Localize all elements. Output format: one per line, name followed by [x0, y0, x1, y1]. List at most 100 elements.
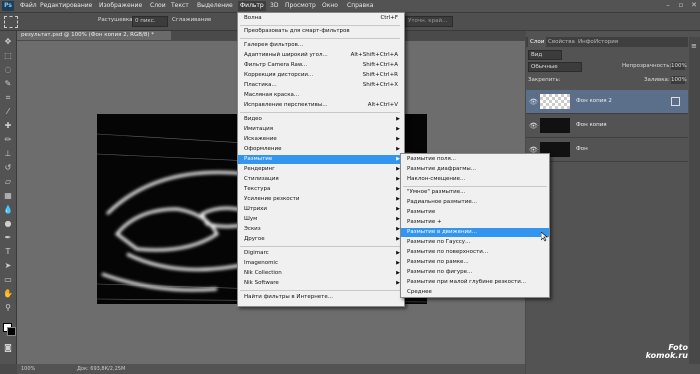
text-tool-icon[interactable]: T — [3, 247, 13, 257]
submenu-item[interactable]: "Умное" размытие... — [401, 188, 549, 197]
submenu-item[interactable]: Размытие по Гауссу... — [401, 238, 549, 247]
layer-row[interactable]: 👁 Фон — [526, 138, 688, 162]
menu-item[interactable]: Пластика... Shift+Ctrl+X — [238, 81, 404, 90]
submenu-item[interactable]: Размытие при малой глубине резкости... — [401, 278, 549, 287]
close-icon[interactable]: ✕ — [689, 1, 699, 10]
gradient-tool-icon[interactable]: ▦ — [3, 191, 13, 201]
menu-item[interactable]: Штрихи ▶ — [238, 205, 404, 214]
menu-item[interactable]: Imagenomic ▶ — [238, 259, 404, 268]
menu-item[interactable]: Преобразовать для смарт-фильтров — [238, 27, 404, 36]
submenu-item[interactable]: Среднее — [401, 288, 549, 296]
antialias-checkbox[interactable]: Сглаживание — [172, 17, 211, 23]
marquee-tool-icon[interactable] — [4, 16, 18, 28]
eraser-tool-icon[interactable]: ▱ — [3, 177, 13, 187]
menu-filter[interactable]: Фильтр — [238, 1, 266, 11]
feather-input[interactable]: 0 пикс. — [132, 16, 168, 27]
eye-icon[interactable]: 👁 — [529, 122, 538, 130]
blur-tool-icon[interactable]: 💧 — [3, 205, 13, 215]
document-tab[interactable]: результат.psd @ 100% (Фон копия 2, RGB/8… — [17, 31, 171, 40]
menu-item[interactable]: Фильтр Camera Raw... Shift+Ctrl+A — [238, 61, 404, 70]
hand-tool-icon[interactable]: ✋ — [3, 289, 13, 299]
healing-brush-tool-icon[interactable]: ✚ — [3, 121, 13, 131]
submenu-item[interactable]: Размытие по фигуре... — [401, 268, 549, 277]
menu-select[interactable]: Выделение — [195, 1, 235, 11]
menu-item[interactable]: Рендеринг ▶ — [238, 165, 404, 174]
zoom-level[interactable]: 100% — [21, 364, 35, 374]
menu-item[interactable]: Nik Collection ▶ — [238, 269, 404, 278]
menu-item[interactable]: Волна Ctrl+F — [238, 14, 404, 23]
menu-3d[interactable]: 3D — [268, 1, 280, 11]
menu-item[interactable]: Найти фильтры в Интернете... — [238, 293, 404, 302]
path-select-tool-icon[interactable]: ➤ — [3, 261, 13, 271]
submenu-item-motion-blur[interactable]: Размытие в движении... — [401, 228, 549, 237]
tab-history[interactable]: История — [592, 37, 620, 47]
menu-item[interactable]: Коррекция дисторсии... Shift+Ctrl+R — [238, 71, 404, 80]
submenu-item[interactable]: Размытие диафрагмы... — [401, 165, 549, 174]
menu-item[interactable]: Адаптивный широкий угол... Alt+Shift+Ctrl… — [238, 51, 404, 60]
dodge-tool-icon[interactable]: ● — [3, 219, 13, 229]
layer-name[interactable]: Фон копия 2 — [576, 98, 612, 104]
menu-item[interactable]: Другое ▶ — [238, 235, 404, 244]
minimize-icon[interactable]: – — [663, 1, 673, 10]
eyedropper-tool-icon[interactable]: ⁄ — [3, 107, 13, 117]
layer-row[interactable]: 👁 Фон копия 2 — [526, 90, 688, 114]
menu-view[interactable]: Просмотр — [283, 1, 318, 11]
submenu-item[interactable]: Размытие поля... — [401, 155, 549, 164]
marquee-tool-icon[interactable]: ⬚ — [3, 51, 13, 61]
submenu-item[interactable]: Наклон-смещение... — [401, 175, 549, 184]
submenu-item[interactable]: Размытие по поверхности... — [401, 248, 549, 257]
menu-item[interactable]: Видео ▶ — [238, 115, 404, 124]
menu-item[interactable]: Стилизация ▶ — [238, 175, 404, 184]
pen-tool-icon[interactable]: ✒ — [3, 233, 13, 243]
zoom-tool-icon[interactable]: ⚲ — [3, 303, 13, 313]
fill-label: Заливка: — [644, 77, 670, 83]
brush-tool-icon[interactable]: ✏ — [3, 135, 13, 145]
clone-stamp-tool-icon[interactable]: ⊥ — [3, 149, 13, 159]
menu-item[interactable]: Эскиз ▶ — [238, 225, 404, 234]
shape-tool-icon[interactable]: ▭ — [3, 275, 13, 285]
tab-properties[interactable]: Свойства — [546, 37, 577, 47]
panel-collapse-icon[interactable]: ≡ — [691, 42, 697, 50]
menu-file[interactable]: Файл — [18, 1, 39, 11]
quick-mask-icon[interactable]: ◙ — [3, 343, 13, 353]
submenu-item[interactable]: Радиальное размытие... — [401, 198, 549, 207]
menu-item[interactable]: Nik Software ▶ — [238, 279, 404, 288]
menu-edit[interactable]: Редактирование — [38, 1, 94, 11]
opacity-input[interactable]: 100% — [671, 62, 687, 70]
menu-item[interactable]: Текстура ▶ — [238, 185, 404, 194]
menu-item[interactable]: Масляная краска... — [238, 91, 404, 100]
menu-window[interactable]: Окно — [320, 1, 340, 11]
maximize-icon[interactable]: ▫ — [676, 1, 686, 10]
menu-item[interactable]: Исправление перспективы... Alt+Ctrl+V — [238, 101, 404, 110]
background-color-swatch[interactable] — [7, 327, 16, 336]
menu-item[interactable]: Усиление резкости ▶ — [238, 195, 404, 204]
menu-type[interactable]: Текст — [169, 1, 191, 11]
menu-item[interactable]: Digimarc ▶ — [238, 249, 404, 258]
move-tool-icon[interactable]: ✥ — [3, 37, 13, 47]
fill-input[interactable]: 100% — [671, 76, 687, 84]
quick-select-tool-icon[interactable]: ✎ — [3, 79, 13, 89]
menu-layers[interactable]: Слои — [148, 1, 168, 11]
history-brush-tool-icon[interactable]: ↺ — [3, 163, 13, 173]
layer-row[interactable]: 👁 Фон копия — [526, 114, 688, 138]
menu-help[interactable]: Справка — [345, 1, 375, 11]
tab-layers[interactable]: Слои — [528, 37, 547, 47]
refine-edge-button[interactable]: Уточн. край... — [405, 16, 453, 27]
menu-item[interactable]: Оформление ▶ — [238, 145, 404, 154]
eye-icon[interactable]: 👁 — [529, 98, 538, 106]
crop-tool-icon[interactable]: ⌗ — [3, 93, 13, 103]
menu-item[interactable]: Имитация ▶ — [238, 125, 404, 134]
layer-filter-select[interactable]: Вид — [528, 50, 562, 60]
lasso-tool-icon[interactable]: ◌ — [3, 65, 13, 75]
menu-image[interactable]: Изображение — [97, 1, 144, 11]
menu-item[interactable]: Галерея фильтров... — [238, 41, 404, 50]
layer-name[interactable]: Фон — [576, 146, 588, 152]
submenu-item[interactable]: Размытие + — [401, 218, 549, 227]
menu-item[interactable]: Шум ▶ — [238, 215, 404, 224]
submenu-item[interactable]: Размытие — [401, 208, 549, 217]
layer-name[interactable]: Фон копия — [576, 122, 607, 128]
submenu-item[interactable]: Размытие по рамке... — [401, 258, 549, 267]
menu-item-blur[interactable]: Размытие ▶ — [238, 155, 404, 164]
blend-mode-select[interactable]: Обычные — [528, 62, 582, 72]
menu-item[interactable]: Искажение ▶ — [238, 135, 404, 144]
